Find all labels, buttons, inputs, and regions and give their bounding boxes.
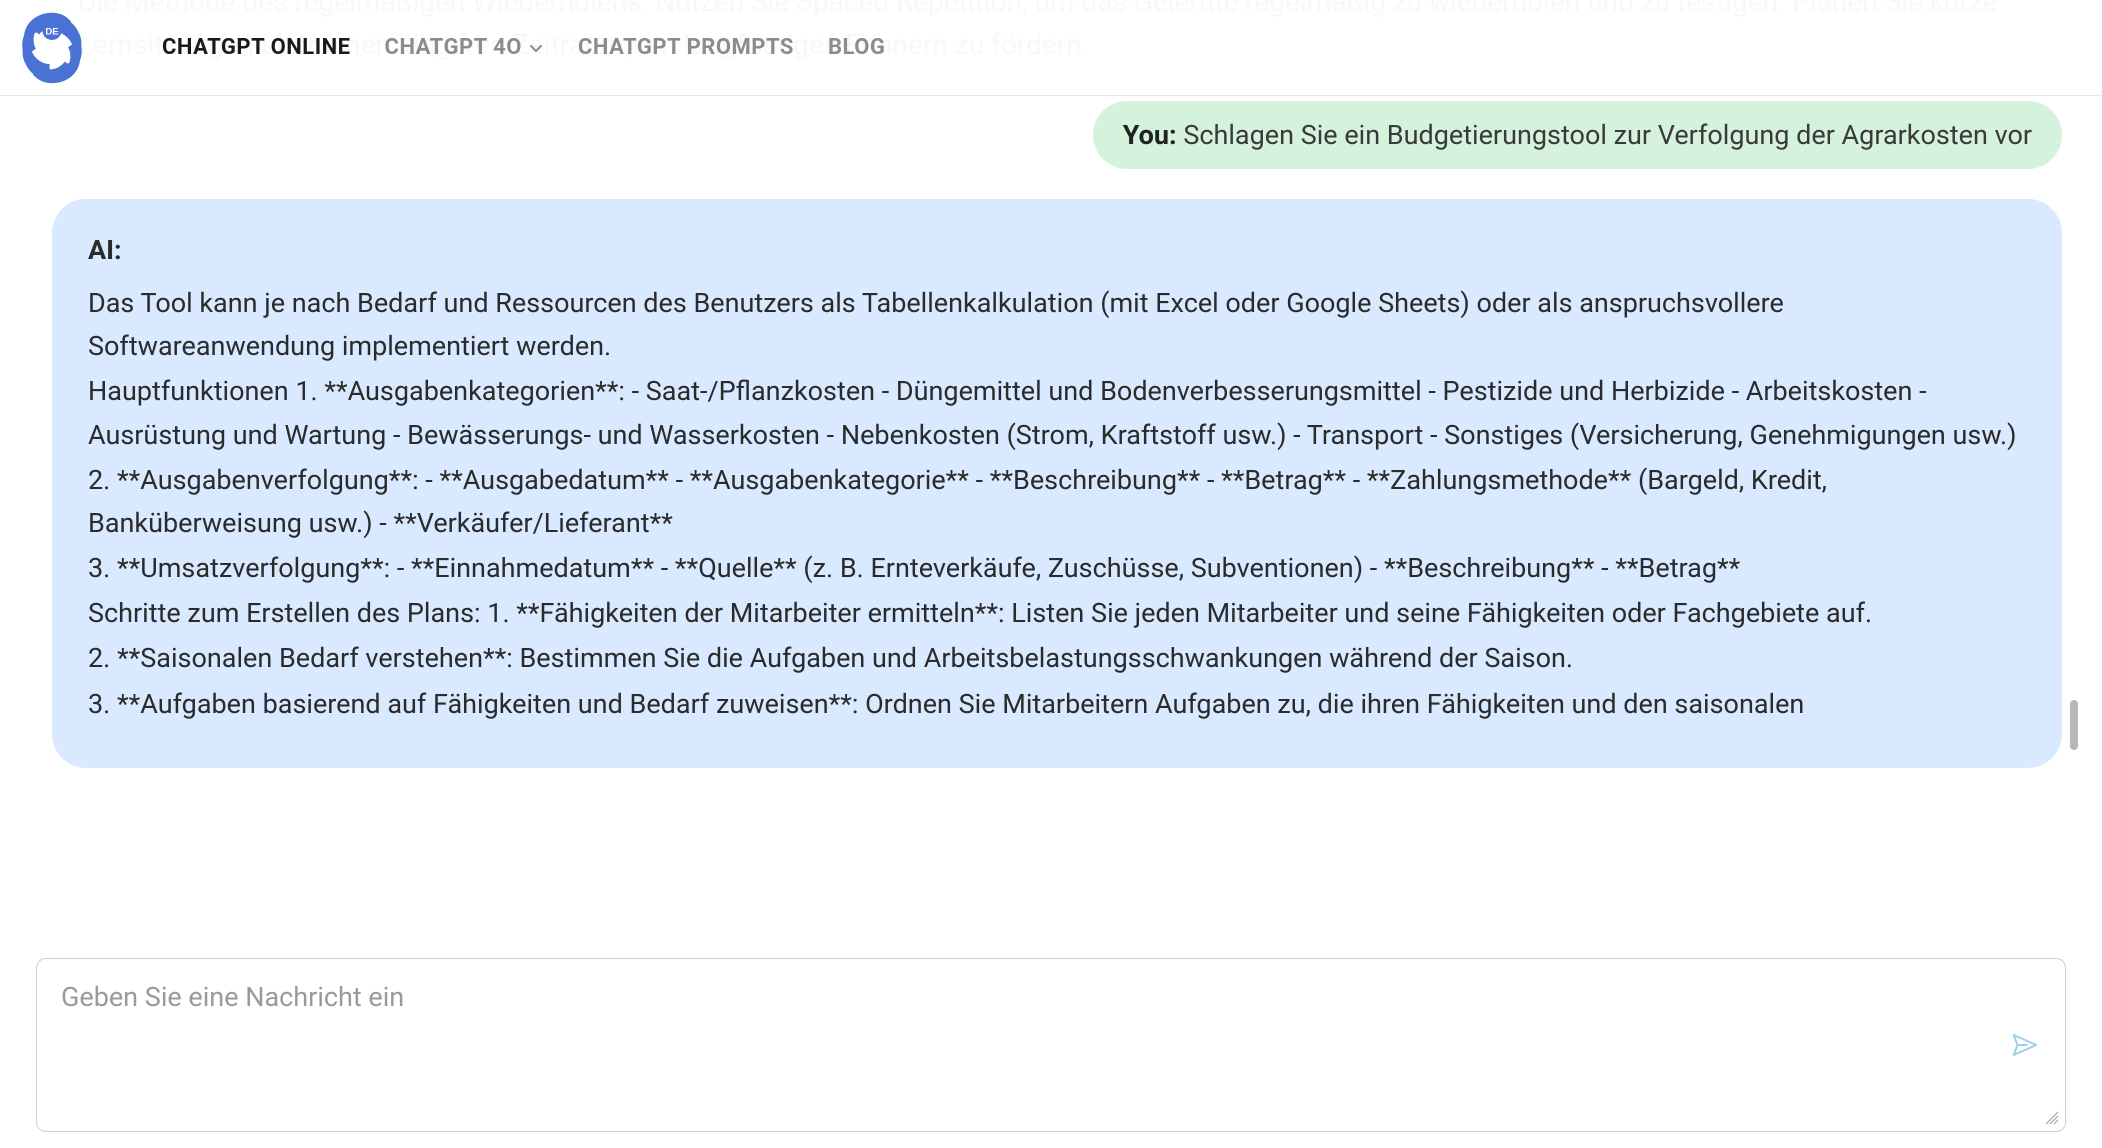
user-message-text: Schlagen Sie ein Budgetierungstool zur V… — [1183, 119, 2032, 151]
chat-scroll[interactable]: Die Methode des regelmäßigen Wiederholen… — [18, 0, 2072, 928]
ai-paragraph: 3. **Umsatzverfolgung**: - **Einnahmedat… — [88, 547, 2026, 590]
ai-paragraph: Hauptfunktionen 1. **Ausgabenkategorien*… — [88, 370, 2026, 456]
logo[interactable]: DE — [12, 8, 92, 88]
main-nav: CHATGPT ONLINE CHATGPT 4O CHATGPT PROMPT… — [162, 35, 885, 60]
ai-paragraph: Schritte zum Erstellen des Plans: 1. **F… — [88, 592, 2026, 635]
header: DE CHATGPT ONLINE CHATGPT 4O CHATGPT PRO… — [0, 0, 2102, 96]
nav-chatgpt-prompts[interactable]: CHATGPT PROMPTS — [578, 35, 794, 60]
ai-paragraph: 2. **Ausgabenverfolgung**: - **Ausgabeda… — [88, 459, 2026, 545]
nav-item-label: CHATGPT PROMPTS — [578, 35, 794, 60]
ai-paragraph: 2. **Saisonalen Bedarf verstehen**: Best… — [88, 637, 2026, 680]
nav-item-label: CHATGPT 4O — [385, 35, 522, 60]
composer — [36, 958, 2066, 1132]
openai-knot-icon: DE — [12, 8, 92, 88]
scrollbar-thumb[interactable] — [2070, 700, 2078, 750]
logo-badge-text: DE — [45, 26, 59, 37]
nav-blog[interactable]: BLOG — [828, 35, 885, 60]
nav-item-label: BLOG — [828, 35, 885, 60]
user-prefix: You: — [1123, 119, 1177, 151]
chevron-down-icon — [528, 40, 544, 56]
user-message-row: You: Schlagen Sie ein Budgetierungstool … — [18, 97, 2072, 199]
ai-prefix: AI: — [88, 229, 2026, 272]
chat-container: Die Methode des regelmäßigen Wiederholen… — [0, 0, 2102, 928]
send-icon — [2010, 1030, 2040, 1060]
nav-chatgpt-online[interactable]: CHATGPT ONLINE — [162, 35, 351, 60]
ai-paragraph: Das Tool kann je nach Bedarf und Ressour… — [88, 282, 2026, 368]
ai-paragraph: 3. **Aufgaben basierend auf Fähigkeiten … — [88, 683, 2026, 726]
user-message-bubble: You: Schlagen Sie ein Budgetierungstool … — [1093, 101, 2062, 169]
nav-item-label: CHATGPT ONLINE — [162, 35, 351, 60]
ai-message-bubble: AI: Das Tool kann je nach Bedarf und Res… — [52, 199, 2062, 768]
nav-chatgpt-4o[interactable]: CHATGPT 4O — [385, 35, 544, 60]
send-button[interactable] — [2008, 1028, 2042, 1062]
message-input[interactable] — [36, 958, 2066, 1132]
